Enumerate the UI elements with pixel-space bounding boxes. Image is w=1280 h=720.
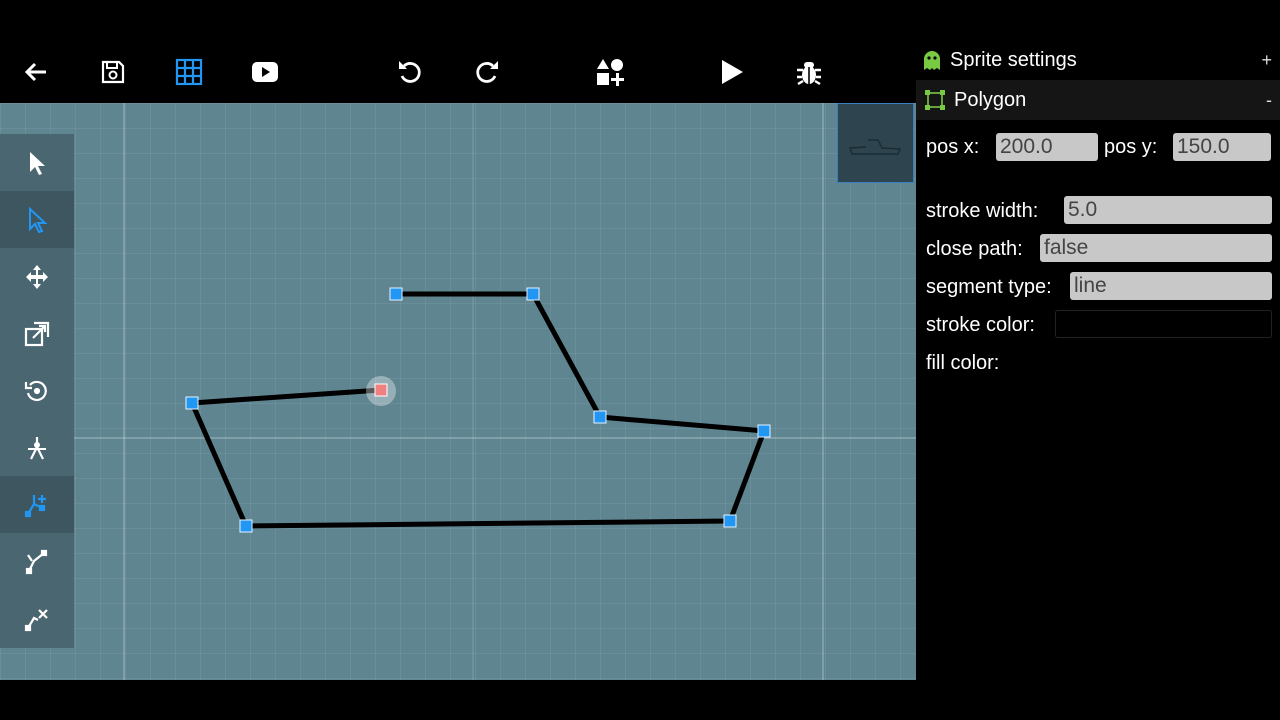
- stroke-width-label: stroke width:: [926, 200, 1039, 222]
- selected-vertex-handle: [374, 383, 388, 397]
- select-arrow-icon[interactable]: [0, 134, 74, 191]
- add-button[interactable]: +: [1261, 50, 1272, 71]
- play-icon[interactable]: [710, 50, 754, 94]
- sprite-settings-title: Sprite settings: [950, 48, 1077, 71]
- android-ghost-icon: [924, 51, 940, 70]
- segment-type-label: segment type:: [926, 276, 1052, 298]
- move-icon[interactable]: [0, 248, 74, 305]
- pivot-icon[interactable]: [0, 419, 74, 476]
- fill-color-label: fill color:: [926, 352, 1000, 374]
- polygon-header[interactable]: Polygon -: [916, 80, 1280, 120]
- add-vertex-icon[interactable]: [0, 476, 74, 533]
- polygon-path: [189, 291, 767, 529]
- scene-thumbnail[interactable]: [837, 103, 914, 183]
- vertex-handle: [593, 410, 607, 424]
- add-sprite-icon[interactable]: [588, 50, 632, 94]
- close-path-field[interactable]: false: [1040, 234, 1272, 262]
- vertex-handle: [723, 514, 737, 528]
- select-point-icon[interactable]: [0, 191, 74, 248]
- back-arrow-icon[interactable]: [14, 50, 58, 94]
- grid-icon[interactable]: [167, 50, 211, 94]
- bottom-bar: [0, 680, 1280, 720]
- stroke-color-swatch[interactable]: [1055, 310, 1272, 338]
- top-toolbar: [0, 40, 916, 103]
- tool-palette: [0, 134, 74, 648]
- edit-vertex-icon[interactable]: [0, 533, 74, 590]
- pos-y-label: pos y:: [1104, 136, 1158, 158]
- segment-type-field[interactable]: line: [1070, 272, 1272, 300]
- delete-vertex-icon[interactable]: [0, 590, 74, 647]
- pos-x-label: pos x:: [926, 136, 980, 158]
- collapse-button[interactable]: -: [1266, 90, 1272, 111]
- vertex-handle: [526, 287, 540, 301]
- vertex-handle: [185, 396, 199, 410]
- editor-canvas[interactable]: [0, 103, 916, 680]
- thumbnail-preview-icon: [848, 139, 902, 155]
- polygon-icon: [925, 90, 945, 110]
- vertex-handle: [757, 424, 771, 438]
- save-icon[interactable]: [91, 50, 135, 94]
- pos-y-field[interactable]: 150.0: [1173, 133, 1271, 161]
- undo-icon[interactable]: [388, 50, 432, 94]
- close-path-label: close path:: [926, 238, 1023, 260]
- stroke-color-label: stroke color:: [926, 314, 1035, 336]
- redo-icon[interactable]: [465, 50, 509, 94]
- polygon-title: Polygon: [954, 88, 1027, 111]
- stroke-width-field[interactable]: 5.0: [1064, 196, 1272, 224]
- resize-icon[interactable]: [0, 305, 74, 362]
- pos-x-field[interactable]: 200.0: [996, 133, 1098, 161]
- rotate-icon[interactable]: [0, 362, 74, 419]
- polygon-drawing[interactable]: [0, 103, 916, 680]
- vertex-handle: [389, 287, 403, 301]
- video-icon[interactable]: [243, 50, 287, 94]
- vertex-handle: [239, 519, 253, 533]
- debug-bug-icon[interactable]: [787, 50, 831, 94]
- properties-panel: Sprite settings + Polygon - pos x: 200.0…: [916, 40, 1280, 680]
- sprite-settings-header[interactable]: Sprite settings +: [916, 40, 1280, 80]
